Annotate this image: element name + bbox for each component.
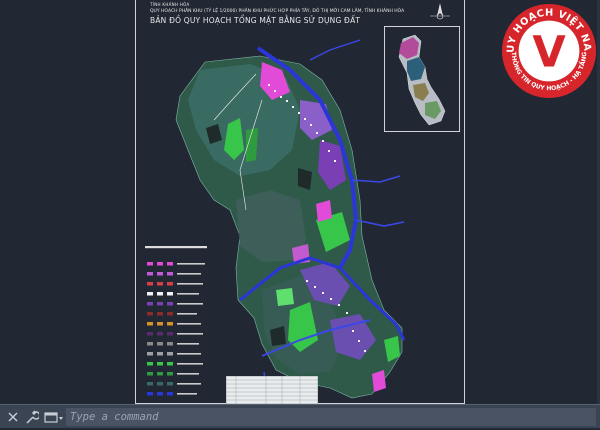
land-use-statistics-table [226, 376, 318, 404]
command-line-bar [0, 404, 600, 428]
drawing-canvas[interactable]: TỈNH KHÁNH HÒA QUY HOẠCH PHÂN KHU (TỶ LỆ… [0, 0, 600, 404]
close-icon[interactable] [6, 409, 20, 425]
quy-hoach-viet-nam-logo: QUY HOẠCH VIỆT NAM THÔNG TIN QUY HOẠCH -… [500, 2, 597, 99]
map-legend [145, 246, 207, 396]
command-input[interactable] [66, 408, 596, 426]
command-window-icon[interactable] [44, 409, 64, 425]
wrench-icon[interactable] [24, 409, 41, 425]
svg-text:V: V [532, 28, 566, 78]
